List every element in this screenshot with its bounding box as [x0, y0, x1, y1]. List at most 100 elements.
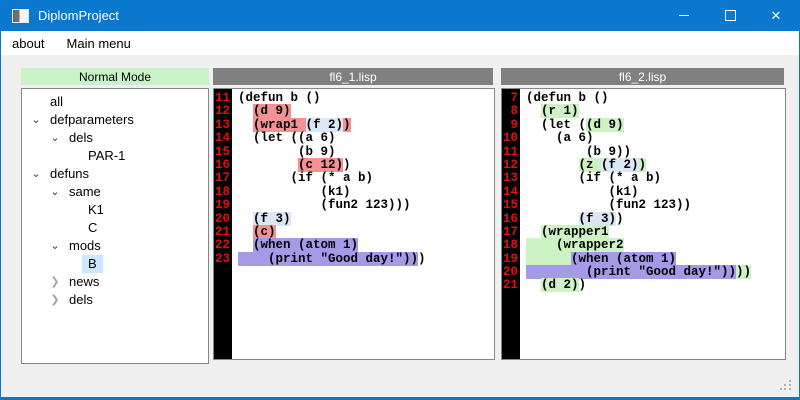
code-text: (fun2 123)) — [520, 199, 691, 212]
code-text: (b 9) — [232, 146, 336, 159]
line-number: 16 — [502, 213, 520, 226]
tree-item-par-1[interactable]: PAR-1 — [22, 147, 208, 165]
tree-item-label: all — [44, 93, 69, 111]
code-text: (defun b () — [520, 92, 609, 105]
code-line: 15 (fun2 123)) — [502, 199, 785, 212]
chevron-right-icon[interactable]: ❯ — [47, 291, 63, 309]
code-line: 17 (wrapper1 — [502, 226, 785, 239]
line-number: 9 — [502, 119, 520, 132]
maximize-icon — [725, 10, 736, 21]
code-line: 21 (c) — [214, 226, 494, 239]
chevron-right-icon[interactable]: ❯ — [47, 273, 63, 291]
tree-item-label: K1 — [82, 201, 110, 219]
code-line: 23 (print "Good day!"))) — [214, 253, 494, 266]
tree-item-c[interactable]: C — [22, 219, 208, 237]
line-number: 16 — [214, 159, 232, 172]
tree-item-label: dels — [63, 291, 99, 309]
line-number: 7 — [502, 92, 520, 105]
line-number: 17 — [502, 226, 520, 239]
line-number: 19 — [214, 199, 232, 212]
tree-item-same[interactable]: ⌄same — [22, 183, 208, 201]
code-text: (if (* a b) — [232, 172, 373, 185]
resize-grip-icon[interactable] — [780, 380, 793, 393]
menu-bar: about Main menu — [1, 31, 799, 55]
line-number: 11 — [502, 146, 520, 159]
app-window: DiplomProject ✕ about Main menu Normal M… — [0, 0, 800, 400]
code-text: (c) — [232, 226, 276, 239]
code-line: 12 (z (f 2)) — [502, 159, 785, 172]
tree-item-defuns[interactable]: ⌄defuns — [22, 165, 208, 183]
tree-item-label: dels — [63, 129, 99, 147]
tree-item-b[interactable]: B — [22, 255, 208, 273]
line-number: 22 — [214, 239, 232, 252]
tree-item-defparameters[interactable]: ⌄defparameters — [22, 111, 208, 129]
tree-item-label: C — [82, 219, 103, 237]
code-line: 17 (if (* a b) — [214, 172, 494, 185]
code-text: (k1) — [232, 186, 351, 199]
tree-item-label: B — [82, 255, 103, 273]
chevron-down-icon[interactable]: ⌄ — [28, 111, 44, 129]
tree-item-label: defuns — [44, 165, 95, 183]
code-panel-2[interactable]: 7(defun b ()8 (r 1)9 (let ((d 9)10 (a 6)… — [501, 88, 786, 360]
line-number: 20 — [214, 213, 232, 226]
chevron-down-icon[interactable]: ⌄ — [47, 183, 63, 201]
code-text: (c 12)) — [232, 159, 351, 172]
chevron-down-icon[interactable]: ⌄ — [28, 165, 44, 183]
code-line: 14 (k1) — [502, 186, 785, 199]
tree-panel[interactable]: all⌄defparameters⌄delsPAR-1⌄defuns⌄sameK… — [21, 88, 209, 364]
code-line: 8 (r 1) — [502, 105, 785, 118]
code-line: 10 (a 6) — [502, 132, 785, 145]
close-button[interactable]: ✕ — [753, 0, 799, 31]
line-number: 18 — [502, 239, 520, 252]
code-text: (when (atom 1) — [232, 239, 358, 252]
code-line: 19 (when (atom 1) — [502, 253, 785, 266]
code-text: (let ((a 6) — [232, 132, 336, 145]
window-title: DiplomProject — [38, 8, 119, 23]
maximize-button[interactable] — [707, 0, 753, 31]
code-text: (wrap1 (f 2)) — [232, 119, 351, 132]
code-line: 11 (b 9)) — [502, 146, 785, 159]
line-number: 11 — [214, 92, 232, 105]
code-text: (wrapper1 — [520, 226, 609, 239]
line-number: 13 — [502, 172, 520, 185]
code-text: (wrapper2 — [520, 239, 624, 252]
code-line: 16 (f 3)) — [502, 213, 785, 226]
menu-item-main-menu[interactable]: Main menu — [56, 32, 142, 55]
code-line: 18 (wrapper2 — [502, 239, 785, 252]
code-text: (fun2 123))) — [232, 199, 411, 212]
tree-item-dels[interactable]: ❯dels — [22, 291, 208, 309]
tree-item-dels[interactable]: ⌄dels — [22, 129, 208, 147]
code-text: (z (f 2)) — [520, 159, 646, 172]
line-number: 18 — [214, 186, 232, 199]
minimize-button[interactable] — [661, 0, 707, 31]
line-number: 17 — [214, 172, 232, 185]
tree-item-label: defparameters — [44, 111, 140, 129]
code-text: (d 2)) — [520, 279, 586, 292]
code-line: 14 (let ((a 6) — [214, 132, 494, 145]
line-number: 19 — [502, 253, 520, 266]
code-text: (b 9)) — [520, 146, 631, 159]
code-text: (k1) — [520, 186, 639, 199]
window-controls: ✕ — [661, 0, 799, 31]
chevron-down-icon[interactable]: ⌄ — [47, 237, 63, 255]
code-text: (f 3)) — [520, 213, 624, 226]
code-line: 15 (b 9) — [214, 146, 494, 159]
line-number: 14 — [214, 132, 232, 145]
code-text: (print "Good day!"))) — [232, 253, 426, 266]
code-line: 13 (wrap1 (f 2)) — [214, 119, 494, 132]
code-line: 13 (if (* a b) — [502, 172, 785, 185]
code-text: (r 1) — [520, 105, 579, 118]
tree-item-label: news — [63, 273, 105, 291]
code-line: 7(defun b () — [502, 92, 785, 105]
tree-item-mods[interactable]: ⌄mods — [22, 237, 208, 255]
tree-item-news[interactable]: ❯news — [22, 273, 208, 291]
tree-item-label: mods — [63, 237, 107, 255]
tree-item-all[interactable]: all — [22, 93, 208, 111]
code-panel-1[interactable]: 11(defun b ()12 (d 9)13 (wrap1 (f 2))14 … — [213, 88, 495, 360]
menu-item-about[interactable]: about — [1, 32, 56, 55]
code-text: (d 9) — [232, 105, 291, 118]
code-line: 16 (c 12)) — [214, 159, 494, 172]
chevron-down-icon[interactable]: ⌄ — [47, 129, 63, 147]
tree-item-k1[interactable]: K1 — [22, 201, 208, 219]
line-number: 20 — [502, 266, 520, 279]
